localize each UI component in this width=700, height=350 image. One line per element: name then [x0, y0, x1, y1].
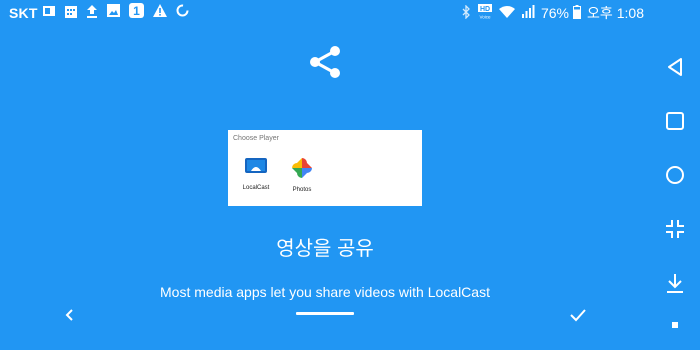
sim-card-icon — [42, 4, 56, 23]
checkmark-icon — [570, 309, 586, 322]
exit-fullscreen-icon — [666, 220, 684, 238]
status-bar: SKT 1 HD Voice 76% 오후 1:08 — [0, 0, 700, 24]
nav-back-button[interactable] — [663, 55, 687, 79]
dialog-title: Choose Player — [233, 135, 279, 142]
page-indicator — [296, 312, 354, 315]
hd-badge-bottom: Voice — [479, 14, 491, 19]
app-label-photos: Photos — [292, 187, 312, 193]
slide-description: Most media apps let you share videos wit… — [160, 284, 490, 300]
wifi-icon — [498, 5, 515, 21]
number-one-badge-icon: 1 — [128, 3, 144, 23]
chevron-left-icon — [65, 309, 73, 321]
nav-home-button[interactable] — [663, 163, 687, 187]
status-bar-right: HD Voice 76% 오후 1:08 — [462, 3, 644, 23]
nav-dock-button[interactable] — [663, 316, 687, 340]
notification-count: 1 — [133, 4, 140, 18]
hd-voice-icon: HD Voice — [477, 3, 493, 23]
app-label-localcast: LocalCast — [242, 185, 270, 191]
clock-time: 1:08 — [616, 5, 644, 21]
back-triangle-icon — [668, 58, 682, 76]
google-photos-icon — [280, 157, 324, 184]
hd-badge-top: HD — [480, 6, 490, 13]
app-option-photos: Photos — [280, 157, 324, 193]
battery-icon — [572, 4, 581, 22]
slide-title: 영상을 공유 — [276, 238, 374, 260]
nav-exit-fullscreen-button[interactable] — [663, 217, 687, 241]
system-nav-bar — [650, 0, 700, 350]
localcast-icon — [234, 157, 278, 182]
carrier-label: SKT — [9, 5, 38, 21]
recents-square-icon — [666, 112, 684, 130]
small-square-icon — [672, 322, 678, 328]
image-icon — [106, 4, 120, 22]
choose-player-dialog: Choose Player LocalCast Photos — [228, 130, 422, 206]
done-button[interactable] — [568, 306, 588, 324]
battery-percent: 76% — [540, 5, 569, 21]
bluetooth-icon — [462, 3, 471, 22]
signal-icon — [521, 5, 535, 21]
nav-recents-button[interactable] — [663, 109, 687, 133]
warning-icon — [152, 4, 167, 22]
calendar-icon — [64, 4, 77, 23]
clock-ampm: 오후 — [586, 5, 613, 21]
notification-down-icon — [667, 274, 683, 293]
nav-notification-panel-button[interactable] — [663, 271, 687, 295]
share-icon — [309, 45, 341, 79]
app-option-localcast: LocalCast — [234, 157, 278, 191]
home-circle-icon — [666, 166, 684, 184]
previous-button[interactable] — [62, 307, 78, 323]
sync-icon — [176, 4, 189, 22]
status-bar-left: SKT 1 — [9, 3, 198, 23]
upload-icon — [86, 4, 98, 23]
